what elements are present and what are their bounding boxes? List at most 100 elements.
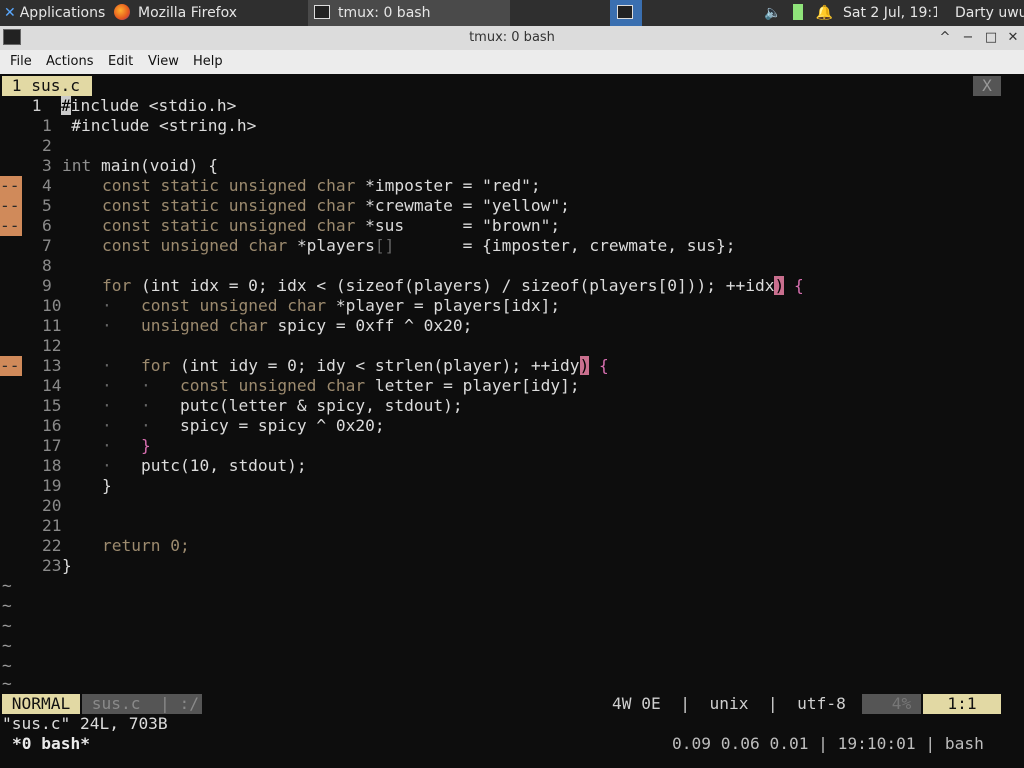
line-number: 7 [42,236,52,255]
keyword: const static [102,176,229,195]
menu-actions[interactable]: Actions [46,50,94,74]
code-text: {imposter, crewmate, sus} [482,236,726,255]
taskbar-tmux[interactable]: tmux: 0 bash [308,0,510,26]
tmux-status-right: 0.09 0.06 0.01 | 19:10:01 | bash [672,734,984,753]
string-literal: = "yellow"; [452,196,570,215]
code-line: 21 [42,516,62,536]
indent-guide: · [102,436,141,455]
function-name: main [100,156,140,175]
diff-sign: -- [0,176,22,196]
scroll-percent: 4% [862,694,921,714]
applications-menu[interactable]: ✕ Applications [0,0,108,26]
code-text: putc(letter & spicy, stdout); [179,396,463,415]
indent-guide: · [140,376,180,395]
keyword: unsigned [228,176,317,195]
close-button[interactable]: ✕ [1002,26,1024,50]
terminal-area[interactable]: 1 sus.c X 1 #include <stdio.h> 1 #includ… [0,74,1024,768]
vim-statusline: NORMAL sus.c | :/ 4W 0E | unix | utf-8 |… [0,694,1024,714]
keyword: char [228,316,278,335]
brace: } [140,436,151,455]
keyword: char [316,216,366,235]
line-number: 17 [42,436,62,455]
code-line: 4 const static unsigned char *imposter = … [42,176,541,196]
minimize-button[interactable]: − [957,26,979,50]
mode-indicator: NORMAL [2,694,80,714]
line-number: 4 [42,176,52,195]
battery-icon[interactable] [793,4,804,20]
command-line-message: "sus.c" 24L, 703B [2,714,168,733]
firefox-icon [114,4,130,20]
tab-sus-c[interactable]: 1 sus.c [2,76,92,96]
code-line: 14 · · const unsigned char letter = playe… [42,376,580,396]
code-line: 11 · unsigned char spicy = 0xff ^ 0x20; [42,316,472,336]
menu-view[interactable]: View [148,50,179,74]
volume-icon[interactable]: 🔈 [764,0,781,26]
matched-paren: ) [579,356,590,375]
applications-label: Applications [19,5,106,21]
shade-button[interactable]: ^ [934,26,956,50]
code-line: 16 · · spicy = spicy ^ 0x20; [42,416,385,436]
tmux-statusbar: *0 bash* 0.09 0.06 0.01 | 19:10:01 | bas… [0,734,1024,756]
line-number: 22 [42,536,62,555]
empty-line-tilde: ~ [2,674,12,693]
code-line: 2 [42,136,52,156]
indent-guide: · [102,456,141,475]
code-text: (void) { [139,156,218,175]
code-line: 23} [42,556,72,576]
menu-help[interactable]: Help [193,50,223,74]
keyword: const [140,296,200,315]
code-line: 7 const unsigned char *players[] = {impos… [42,236,736,256]
code-line: 13 · for (int idy = 0; idy < strlen(playe… [42,356,609,376]
keyword: char [248,236,297,255]
code-text: *sus [365,216,405,235]
notification-bell-icon[interactable]: 🔔 [815,0,832,26]
code-text: (int idy = 0; idy < strlen(player); ++id… [179,356,580,375]
code-line: 12 [42,336,62,356]
taskbar-firefox[interactable]: Mozilla Firefox [110,0,306,26]
keyword: unsigned [140,316,229,335]
diff-sign: -- [0,216,22,236]
code-text: letter = player[idy]; [374,376,580,395]
workspace-terminal-button[interactable] [610,0,642,26]
code-text: return 0; [102,536,190,555]
tmux-window-label[interactable]: *0 bash* [12,734,90,753]
brace: { [784,276,804,295]
line-number: 23 [42,556,62,575]
code-text: *player = players[idx]; [335,296,561,315]
maximize-button[interactable]: □ [980,26,1002,50]
matched-paren: ) [774,276,785,295]
keyword: unsigned [228,216,317,235]
code-text: *crewmate [365,196,453,215]
vim-tabline: 1 sus.c X [0,76,1024,96]
code-text: putc(10, stdout); [140,456,307,475]
type-keyword: int [62,156,101,175]
user-menu[interactable]: Darty uwu [955,0,1024,26]
keyword: for [102,276,141,295]
code-line: 20 [42,496,62,516]
taskbar-firefox-label: Mozilla Firefox [138,5,238,21]
window-titlebar[interactable]: tmux: 0 bash ^ − □ ✕ [0,26,1024,50]
code-text: ; ++idx [706,276,775,295]
menu-edit[interactable]: Edit [108,50,133,74]
line-number: 9 [42,276,52,295]
keyword: const static [102,216,229,235]
menu-file[interactable]: File [10,50,32,74]
brace: { [589,356,609,375]
string-literal: = "brown"; [404,216,561,235]
code-line: 10 · const unsigned char *player = player… [42,296,560,316]
keyword: char [287,296,336,315]
code-text: (sizeof(players) / sizeof(players[0])) [335,276,707,295]
desktop-panel: ✕ Applications Mozilla Firefox tmux: 0 ba… [0,0,1024,26]
terminal-icon [617,5,633,19]
terminal-icon [314,5,330,19]
menu-bar: File Actions Edit View Help [0,50,1024,74]
line-number: 18 [42,456,62,475]
system-tray: 🔈 🔔 [758,0,838,26]
keyword: char [326,376,375,395]
clock[interactable]: Sat 2 Jul, 19:10 [843,0,937,26]
code-text: ; [725,236,736,255]
code-text: = [394,236,483,255]
diff-sign: -- [0,356,22,376]
tab-close-button[interactable]: X [973,76,1001,96]
indent-guide: · [140,416,180,435]
